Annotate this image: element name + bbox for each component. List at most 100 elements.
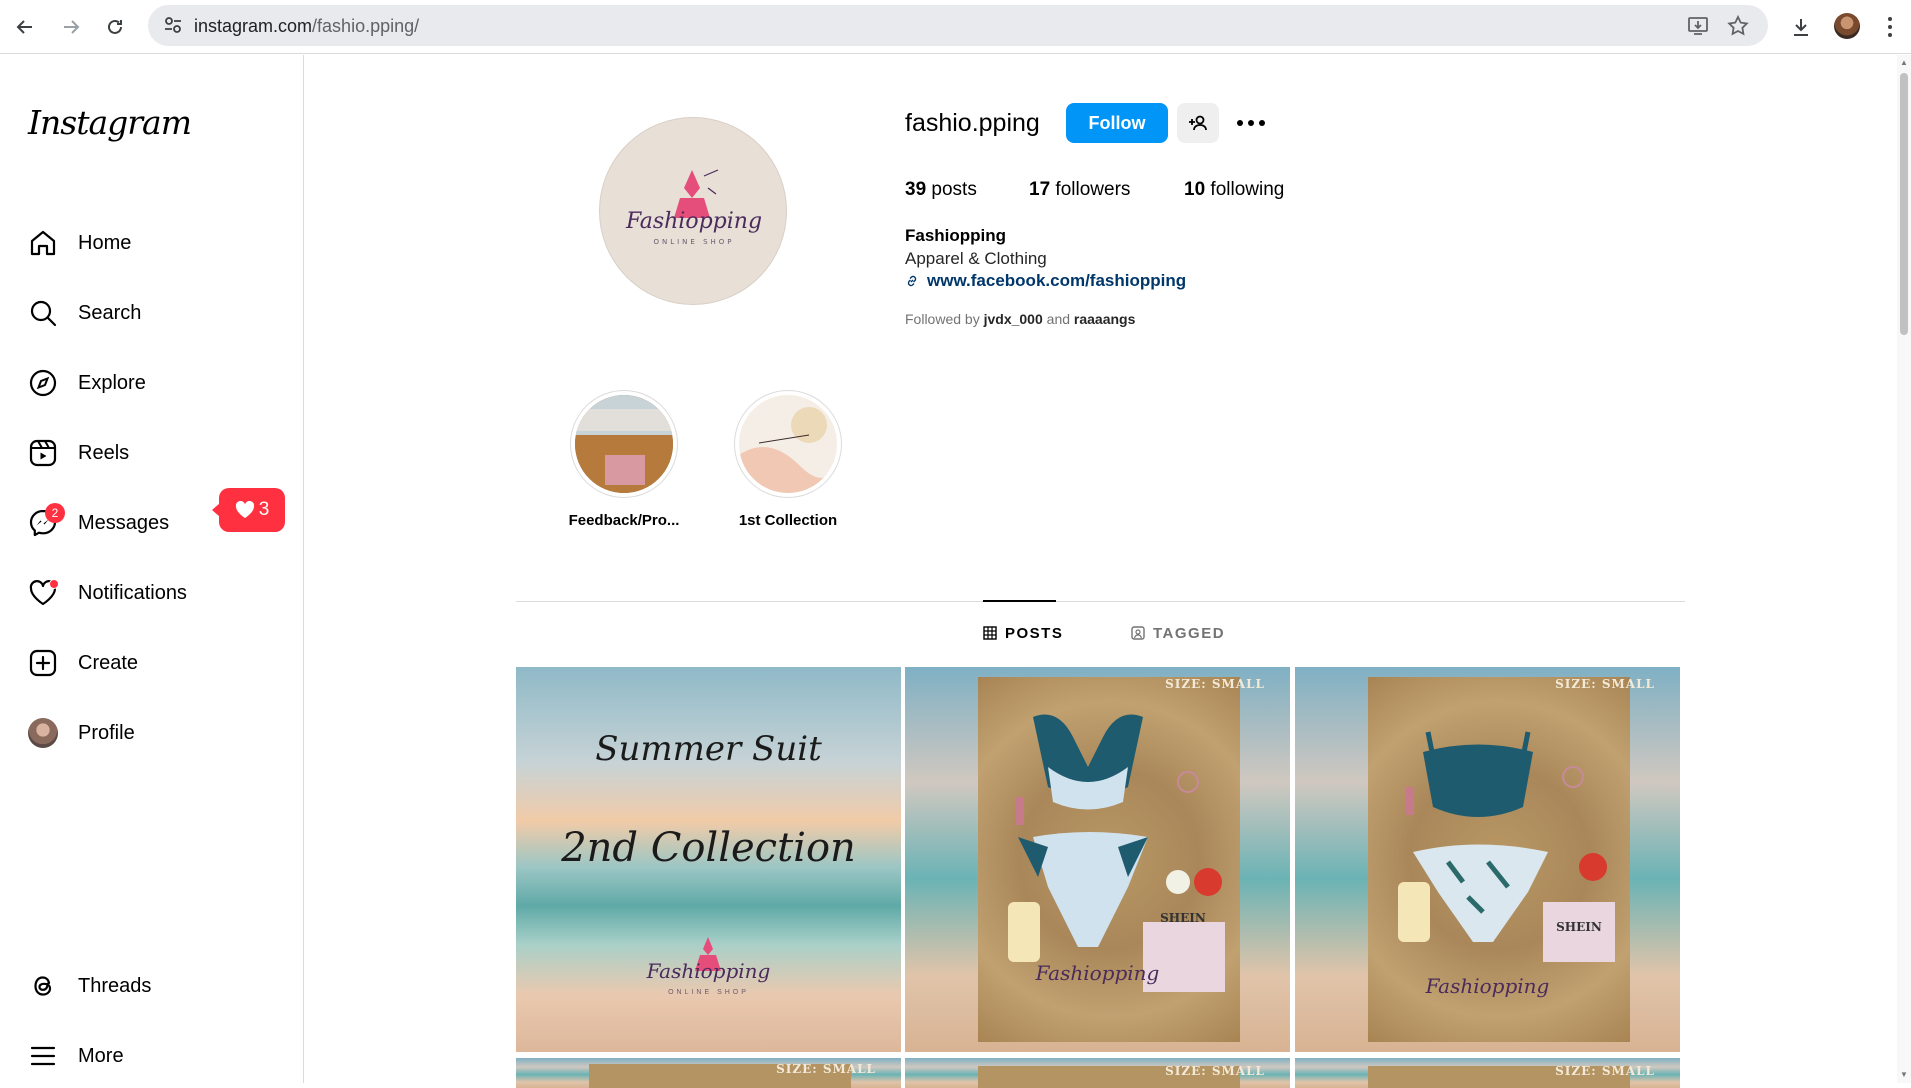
sidebar-item-search[interactable]: Search [12, 285, 292, 341]
post-watermark-sub: ONLINE SHOP [668, 989, 749, 996]
suggested-accounts-button[interactable] [1177, 103, 1219, 143]
sidebar-item-label: More [78, 1044, 124, 1067]
posts-count: 39 posts [905, 179, 977, 200]
reels-icon [27, 437, 59, 469]
highlight-label: 1st Collection [738, 512, 838, 529]
tab-label: TAGGED [1153, 624, 1226, 642]
home-icon [27, 227, 59, 259]
compass-icon [27, 367, 59, 399]
plus-square-icon [27, 647, 59, 679]
size-label: SIZE: SMALL [1555, 677, 1655, 691]
heart-filled-icon [235, 501, 254, 518]
sidebar-item-explore[interactable]: Explore [12, 355, 292, 411]
heart-icon [27, 577, 59, 609]
size-label: SIZE: SMALL [776, 1062, 876, 1076]
avatar [28, 718, 58, 748]
highlight-label: Feedback/Pro... [568, 512, 680, 529]
profile-link[interactable]: www.facebook.com/fashiopping [905, 271, 1186, 291]
logo-subtext: ONLINE SHOP [653, 238, 734, 246]
size-label: SIZE: SMALL [1165, 1064, 1265, 1078]
sidebar-item-label: Explore [78, 371, 146, 394]
post-title-line: 2nd Collection [561, 825, 856, 871]
url-text: instagram.com/fashio.pping/ [194, 16, 420, 36]
download-icon[interactable] [1787, 13, 1815, 41]
sidebar-item-home[interactable]: Home [12, 215, 292, 271]
tabs-divider [516, 601, 1685, 602]
brand-tag: SHEIN [1160, 911, 1206, 925]
grid-icon [983, 626, 997, 640]
post-image [978, 677, 1240, 1042]
post-tile[interactable]: SIZE: SMALL [905, 1058, 1290, 1088]
tab-tagged[interactable]: TAGGED [1131, 603, 1225, 663]
instagram-logo[interactable]: Instagram [28, 103, 192, 142]
threads-icon [27, 970, 59, 1002]
browser-toolbar: instagram.com/fashio.pping/ [0, 0, 1911, 54]
sidebar-item-more[interactable]: More [12, 1028, 292, 1084]
active-tab-indicator [983, 600, 1056, 602]
sidebar-item-label: Create [78, 651, 139, 674]
post-tile[interactable]: SIZE: SMALL SHEIN Fashiopping [905, 667, 1290, 1052]
highlight-cover [575, 395, 673, 493]
sidebar-item-create[interactable]: Create [12, 635, 292, 691]
post-tile[interactable]: SIZE: SMALL [516, 1058, 901, 1088]
follow-button[interactable]: Follow [1066, 103, 1168, 143]
link-icon [907, 275, 917, 287]
tab-posts[interactable]: POSTS [983, 603, 1063, 663]
sidebar-item-profile[interactable]: Profile [12, 705, 292, 761]
post-title-line: Summer Suit [595, 729, 822, 769]
size-label: SIZE: SMALL [1555, 1064, 1655, 1078]
profile-username: fashio.pping [905, 109, 1040, 137]
post-tile[interactable]: SIZE: SMALL [1295, 1058, 1680, 1088]
logo-text: Fashiopping [625, 209, 762, 234]
search-icon [27, 297, 59, 329]
notifications-popup-count: 3 [258, 499, 270, 520]
profile-avatar-icon [27, 717, 59, 749]
back-icon[interactable] [10, 12, 40, 42]
menu-icon [27, 1040, 59, 1072]
messages-badge: 2 [45, 503, 65, 523]
sidebar-item-label: Home [78, 231, 132, 254]
forward-icon[interactable] [56, 12, 86, 42]
post-watermark: Fashiopping [646, 959, 771, 983]
brand-tag: SHEIN [1556, 920, 1602, 934]
tab-label: POSTS [1005, 624, 1064, 642]
sidebar-item-reels[interactable]: Reels [12, 425, 292, 481]
bookmark-star-icon[interactable] [1726, 14, 1750, 38]
sidebar: Instagram Home Search Explore Reels 2 Me… [0, 55, 304, 1083]
profile-picture[interactable]: Fashiopping ONLINE SHOP [599, 117, 787, 305]
sidebar-item-label: Notifications [78, 581, 187, 604]
shop-logo: Fashiopping ONLINE SHOP [625, 169, 762, 246]
scroll-down-arrow-icon[interactable]: ▼ [1899, 1070, 1909, 1080]
site-info-icon[interactable] [162, 14, 184, 36]
post-tile[interactable]: SIZE: SMALL SHEIN Fashiopping [1295, 667, 1680, 1052]
sidebar-item-threads[interactable]: Threads [12, 958, 292, 1014]
followed-by-text[interactable]: Followed by jvdx_000 and raaaangs [905, 311, 1135, 327]
notification-dot [49, 579, 59, 589]
highlight-1st-collection[interactable]: 1st Collection [728, 390, 848, 529]
highlight-feedback[interactable]: Feedback/Pro... [564, 390, 684, 529]
scrollbar-thumb[interactable] [1900, 73, 1908, 335]
highlight-cover [739, 395, 837, 493]
size-label: SIZE: SMALL [1165, 677, 1265, 691]
profile-full-name: Fashiopping [905, 226, 1007, 245]
post-tile[interactable]: Summer Suit 2nd Collection Fashiopping O… [516, 667, 901, 1052]
profile-category: Apparel & Clothing [905, 249, 1047, 268]
address-bar[interactable]: instagram.com/fashio.pping/ [148, 5, 1768, 46]
reload-icon[interactable] [100, 12, 130, 42]
followers-count[interactable]: 17 followers [1029, 179, 1130, 201]
messenger-icon: 2 [27, 503, 65, 539]
browser-menu-icon[interactable] [1876, 13, 1904, 41]
post-watermark: Fashiopping [1035, 961, 1160, 985]
notifications-popup-badge[interactable]: 3 [212, 488, 285, 532]
following-count[interactable]: 10 following [1184, 179, 1284, 201]
sidebar-item-label: Reels [78, 441, 130, 464]
scroll-up-arrow-icon[interactable]: ▲ [1899, 58, 1909, 68]
options-icon[interactable] [1235, 110, 1267, 136]
sidebar-item-label: Profile [78, 721, 135, 744]
browser-profile-avatar[interactable] [1834, 13, 1860, 39]
install-app-icon[interactable] [1686, 14, 1710, 38]
sidebar-item-notifications[interactable]: Notifications [12, 565, 292, 621]
tagged-icon [1131, 626, 1145, 640]
profile-link-text[interactable]: www.facebook.com/fashiopping [927, 271, 1186, 291]
add-person-icon [1189, 115, 1207, 131]
